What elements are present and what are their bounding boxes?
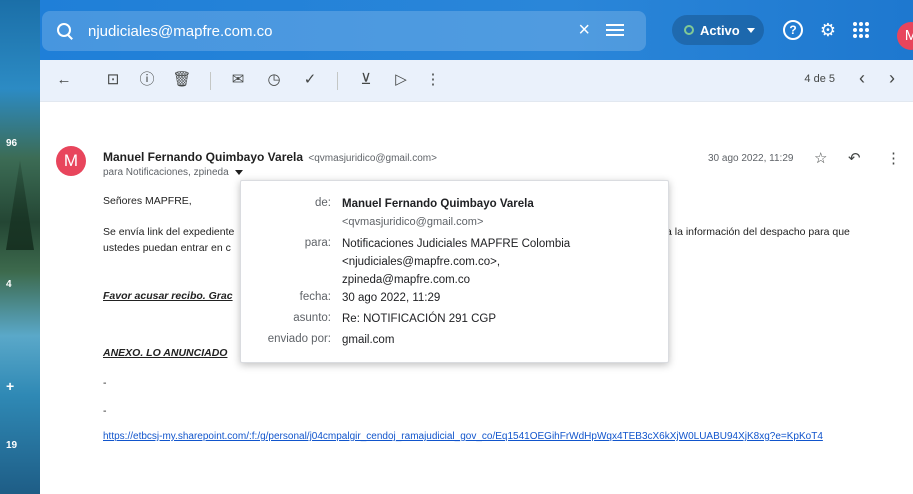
status-selector[interactable]: Activo — [672, 15, 764, 45]
body-annex: ANEXO. LO ANUNCIADO — [103, 347, 228, 359]
detail-from: Manuel Fernando Quimbayo Varela <qvmasju… — [342, 196, 534, 230]
toolbar-divider — [210, 72, 211, 90]
detail-label: asunto: — [293, 312, 331, 324]
detail-mailed-by: gmail.com — [342, 334, 395, 346]
body-line: Se envía link del expediente — [103, 226, 235, 238]
detail-to: Notificaciones Judiciales MAPFRE Colombi… — [342, 235, 570, 289]
recipients-text: para Notificaciones, zpineda — [103, 167, 229, 178]
chevron-down-icon — [746, 27, 755, 33]
sender-email: <qvmasjuridico@gmail.com> — [308, 153, 437, 164]
detail-label: fecha: — [299, 291, 331, 303]
back-arrow-icon[interactable]: ← — [54, 70, 74, 90]
message-date: 30 ago 2022, 11:29 — [708, 153, 794, 164]
detail-from-name: Manuel Fernando Quimbayo Varela — [342, 198, 534, 210]
help-icon[interactable]: ? — [783, 20, 803, 40]
wallpaper-strip: 96 4 + 19 — [0, 0, 40, 494]
status-label: Activo — [700, 22, 740, 38]
body-line: ustedes puedan entrar en c — [103, 242, 231, 254]
tune-icon[interactable] — [606, 22, 624, 38]
detail-to-line: Notificaciones Judiciales MAPFRE Colombi… — [342, 238, 571, 250]
tree-silhouette — [6, 160, 34, 250]
strip-label: + — [6, 378, 15, 394]
pager-count: 4 de 5 — [804, 73, 835, 85]
detail-date: 30 ago 2022, 11:29 — [342, 292, 441, 304]
status-dot-icon — [684, 25, 694, 35]
report-spam-icon[interactable]: ⓘ — [137, 70, 157, 90]
recipients-toggle[interactable]: para Notificaciones, zpineda — [103, 167, 243, 178]
detail-from-email: <qvmasjuridico@gmail.com> — [342, 216, 484, 228]
chevron-left-icon[interactable]: ‹ — [859, 68, 865, 89]
search-box[interactable]: njudiciales@mapfre.com.co × — [42, 11, 646, 51]
add-task-icon[interactable]: ✓ — [300, 70, 320, 90]
sender-name: Manuel Fernando Quimbayo Varela — [103, 150, 304, 164]
mark-unread-icon[interactable]: ✉ — [228, 70, 248, 90]
close-icon[interactable]: × — [578, 19, 590, 42]
sender-avatar[interactable]: M — [56, 146, 86, 176]
search-icon[interactable] — [56, 22, 74, 40]
delete-icon[interactable]: 🗑 — [172, 70, 192, 90]
message-details-popup: de: Manuel Fernando Quimbayo Varela <qvm… — [240, 180, 669, 363]
star-icon[interactable]: ☆ — [814, 149, 827, 167]
more-vert-icon[interactable]: ⋮ — [423, 70, 443, 90]
body-dash: - — [103, 405, 107, 417]
more-vert-icon[interactable]: ⋮ — [886, 149, 901, 167]
label-icon[interactable]: ▷ — [391, 70, 411, 90]
snooze-clock-icon[interactable]: ◷ — [264, 70, 284, 90]
gear-icon[interactable]: ⚙ — [818, 20, 838, 40]
reply-icon[interactable]: ↶ — [848, 149, 861, 167]
search-input[interactable]: njudiciales@mapfre.com.co — [88, 23, 558, 40]
strip-label: 96 — [6, 138, 18, 149]
chevron-right-icon[interactable]: › — [889, 68, 895, 89]
detail-label: para: — [304, 237, 331, 249]
sender-line: Manuel Fernando Quimbayo Varela <qvmasju… — [103, 150, 437, 164]
archive-icon[interactable]: ⊡ — [103, 70, 123, 90]
detail-label: enviado por: — [267, 333, 331, 345]
strip-label: 19 — [6, 440, 18, 451]
top-bar: njudiciales@mapfre.com.co × Activo ? ⚙ M — [40, 0, 913, 60]
detail-to-line: <njudiciales@mapfre.com.co>, — [342, 256, 501, 268]
body-greeting: Señores MAPFRE, — [103, 195, 192, 207]
body-line: nvía la información del despacho para qu… — [652, 226, 850, 238]
chevron-down-icon[interactable] — [234, 170, 243, 175]
body-ack: Favor acusar recibo. Grac — [103, 290, 233, 302]
apps-icon[interactable] — [853, 22, 869, 38]
expediente-link[interactable]: https://etbcsj-my.sharepoint.com/:f:/g/p… — [103, 429, 873, 444]
detail-subject: Re: NOTIFICACIÓN 291 CGP — [342, 313, 497, 325]
strip-label: 4 — [6, 279, 12, 290]
move-to-icon[interactable]: ⊻ — [356, 70, 376, 90]
body-dash: - — [103, 377, 107, 389]
detail-label: de: — [315, 197, 331, 209]
detail-to-line: zpineda@mapfre.com.co — [342, 274, 471, 286]
account-avatar[interactable]: M — [897, 22, 913, 50]
toolbar-divider — [337, 72, 338, 90]
message-toolbar: ← ⊡ ⓘ 🗑 ✉ ◷ ✓ ⊻ ▷ ⋮ 4 de 5 ‹ › — [40, 60, 913, 102]
